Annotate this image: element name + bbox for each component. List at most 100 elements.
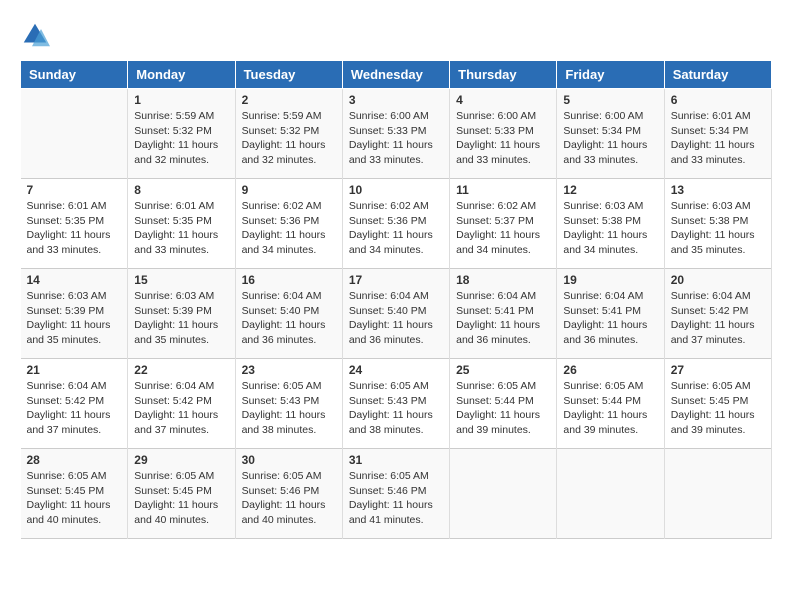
day-number: 12: [563, 183, 657, 197]
calendar-cell: 19Sunrise: 6:04 AMSunset: 5:41 PMDayligh…: [557, 269, 664, 359]
calendar-cell: 29Sunrise: 6:05 AMSunset: 5:45 PMDayligh…: [128, 449, 235, 539]
calendar-cell: 7 Sunrise: 6:01 AMSunset: 5:35 PMDaylight…: [21, 179, 128, 269]
day-number: 18: [456, 273, 550, 287]
day-number: 28: [27, 453, 122, 467]
calendar-cell: 2 Sunrise: 5:59 AMSunset: 5:32 PMDaylight…: [235, 89, 342, 179]
header-day-sunday: Sunday: [21, 61, 128, 89]
day-info: Sunrise: 6:05 AMSunset: 5:43 PMDaylight:…: [242, 379, 336, 438]
day-number: 3: [349, 93, 443, 107]
calendar-cell: 4 Sunrise: 6:00 AMSunset: 5:33 PMDaylight…: [450, 89, 557, 179]
calendar-cell: [450, 449, 557, 539]
day-number: 26: [563, 363, 657, 377]
day-number: 21: [27, 363, 122, 377]
day-info: Sunrise: 6:05 AMSunset: 5:44 PMDaylight:…: [456, 379, 550, 438]
day-info: Sunrise: 6:05 AMSunset: 5:46 PMDaylight:…: [349, 469, 443, 528]
day-number: 22: [134, 363, 228, 377]
calendar-cell: 24Sunrise: 6:05 AMSunset: 5:43 PMDayligh…: [342, 359, 449, 449]
day-info: Sunrise: 6:00 AMSunset: 5:33 PMDaylight:…: [456, 109, 550, 168]
calendar-week-4: 21 Sunrise: 6:04 AMSunset: 5:42 PMDayligh…: [21, 359, 772, 449]
calendar-cell: 25 Sunrise: 6:05 AMSunset: 5:44 PMDayligh…: [450, 359, 557, 449]
day-number: 29: [134, 453, 228, 467]
logo-icon: [20, 20, 50, 50]
calendar-cell: 27 Sunrise: 6:05 AMSunset: 5:45 PMDayligh…: [664, 359, 771, 449]
calendar-cell: 22Sunrise: 6:04 AMSunset: 5:42 PMDayligh…: [128, 359, 235, 449]
day-number: 4: [456, 93, 550, 107]
day-info: Sunrise: 6:02 AMSunset: 5:36 PMDaylight:…: [242, 199, 336, 258]
day-info: Sunrise: 6:03 AMSunset: 5:38 PMDaylight:…: [563, 199, 657, 258]
day-info: Sunrise: 6:04 AMSunset: 5:42 PMDaylight:…: [27, 379, 122, 438]
calendar-cell: 3 Sunrise: 6:00 AMSunset: 5:33 PMDaylight…: [342, 89, 449, 179]
calendar-cell: 13 Sunrise: 6:03 AMSunset: 5:38 PMDayligh…: [664, 179, 771, 269]
calendar-cell: 11 Sunrise: 6:02 AMSunset: 5:37 PMDayligh…: [450, 179, 557, 269]
calendar-cell: 1 Sunrise: 5:59 AMSunset: 5:32 PMDaylight…: [128, 89, 235, 179]
calendar-cell: 20Sunrise: 6:04 AMSunset: 5:42 PMDayligh…: [664, 269, 771, 359]
calendar-cell: 10 Sunrise: 6:02 AMSunset: 5:36 PMDayligh…: [342, 179, 449, 269]
calendar-week-2: 7 Sunrise: 6:01 AMSunset: 5:35 PMDaylight…: [21, 179, 772, 269]
day-number: 13: [671, 183, 765, 197]
day-number: 2: [242, 93, 336, 107]
day-info: Sunrise: 6:01 AMSunset: 5:35 PMDaylight:…: [134, 199, 228, 258]
calendar-cell: 14Sunrise: 6:03 AMSunset: 5:39 PMDayligh…: [21, 269, 128, 359]
day-info: Sunrise: 6:05 AMSunset: 5:45 PMDaylight:…: [671, 379, 765, 438]
day-number: 16: [242, 273, 336, 287]
calendar-body: 1 Sunrise: 5:59 AMSunset: 5:32 PMDaylight…: [21, 89, 772, 539]
calendar-cell: 8 Sunrise: 6:01 AMSunset: 5:35 PMDaylight…: [128, 179, 235, 269]
calendar-cell: [557, 449, 664, 539]
calendar-cell: 5 Sunrise: 6:00 AMSunset: 5:34 PMDaylight…: [557, 89, 664, 179]
day-number: 10: [349, 183, 443, 197]
day-number: 25: [456, 363, 550, 377]
day-info: Sunrise: 6:03 AMSunset: 5:39 PMDaylight:…: [134, 289, 228, 348]
day-number: 9: [242, 183, 336, 197]
calendar-cell: 31 Sunrise: 6:05 AMSunset: 5:46 PMDayligh…: [342, 449, 449, 539]
header-day-wednesday: Wednesday: [342, 61, 449, 89]
day-number: 6: [671, 93, 765, 107]
calendar-cell: 18 Sunrise: 6:04 AMSunset: 5:41 PMDayligh…: [450, 269, 557, 359]
day-info: Sunrise: 6:00 AMSunset: 5:34 PMDaylight:…: [563, 109, 657, 168]
day-number: 23: [242, 363, 336, 377]
calendar-cell: 23 Sunrise: 6:05 AMSunset: 5:43 PMDayligh…: [235, 359, 342, 449]
calendar-table: SundayMondayTuesdayWednesdayThursdayFrid…: [20, 60, 772, 539]
header-day-friday: Friday: [557, 61, 664, 89]
day-info: Sunrise: 6:00 AMSunset: 5:33 PMDaylight:…: [349, 109, 443, 168]
day-info: Sunrise: 6:01 AMSunset: 5:35 PMDaylight:…: [27, 199, 122, 258]
calendar-week-5: 28 Sunrise: 6:05 AMSunset: 5:45 PMDayligh…: [21, 449, 772, 539]
header-day-monday: Monday: [128, 61, 235, 89]
day-info: Sunrise: 6:02 AMSunset: 5:37 PMDaylight:…: [456, 199, 550, 258]
day-number: 27: [671, 363, 765, 377]
logo: [20, 20, 54, 50]
header-day-thursday: Thursday: [450, 61, 557, 89]
calendar-week-1: 1 Sunrise: 5:59 AMSunset: 5:32 PMDaylight…: [21, 89, 772, 179]
calendar-cell: 6 Sunrise: 6:01 AMSunset: 5:34 PMDaylight…: [664, 89, 771, 179]
day-number: 17: [349, 273, 443, 287]
day-number: 24: [349, 363, 443, 377]
day-number: 5: [563, 93, 657, 107]
calendar-week-3: 14 Sunrise: 6:03 AMSunset: 5:39 PMDayligh…: [21, 269, 772, 359]
day-number: 7: [27, 183, 122, 197]
day-info: Sunrise: 6:01 AMSunset: 5:34 PMDaylight:…: [671, 109, 765, 168]
day-info: Sunrise: 6:05 AMSunset: 5:45 PMDaylight:…: [27, 469, 122, 528]
day-number: 31: [349, 453, 443, 467]
day-info: Sunrise: 6:03 AMSunset: 5:38 PMDaylight:…: [671, 199, 765, 258]
calendar-cell: 16Sunrise: 6:04 AMSunset: 5:40 PMDayligh…: [235, 269, 342, 359]
calendar-cell: [664, 449, 771, 539]
calendar-cell: 26 Sunrise: 6:05 AMSunset: 5:44 PMDayligh…: [557, 359, 664, 449]
day-number: 30: [242, 453, 336, 467]
day-info: Sunrise: 6:02 AMSunset: 5:36 PMDaylight:…: [349, 199, 443, 258]
calendar-cell: 9 Sunrise: 6:02 AMSunset: 5:36 PMDaylight…: [235, 179, 342, 269]
day-number: 1: [134, 93, 228, 107]
day-info: Sunrise: 6:04 AMSunset: 5:41 PMDaylight:…: [456, 289, 550, 348]
calendar-cell: [21, 89, 128, 179]
day-info: Sunrise: 6:04 AMSunset: 5:40 PMDaylight:…: [349, 289, 443, 348]
day-info: Sunrise: 5:59 AMSunset: 5:32 PMDaylight:…: [242, 109, 336, 168]
day-number: 14: [27, 273, 122, 287]
day-info: Sunrise: 6:05 AMSunset: 5:44 PMDaylight:…: [563, 379, 657, 438]
day-number: 15: [134, 273, 228, 287]
calendar-cell: 21 Sunrise: 6:04 AMSunset: 5:42 PMDayligh…: [21, 359, 128, 449]
day-info: Sunrise: 5:59 AMSunset: 5:32 PMDaylight:…: [134, 109, 228, 168]
calendar-cell: 15 Sunrise: 6:03 AMSunset: 5:39 PMDayligh…: [128, 269, 235, 359]
day-number: 8: [134, 183, 228, 197]
calendar-header: SundayMondayTuesdayWednesdayThursdayFrid…: [21, 61, 772, 89]
day-info: Sunrise: 6:04 AMSunset: 5:42 PMDaylight:…: [671, 289, 765, 348]
calendar-cell: 28 Sunrise: 6:05 AMSunset: 5:45 PMDayligh…: [21, 449, 128, 539]
day-number: 11: [456, 183, 550, 197]
